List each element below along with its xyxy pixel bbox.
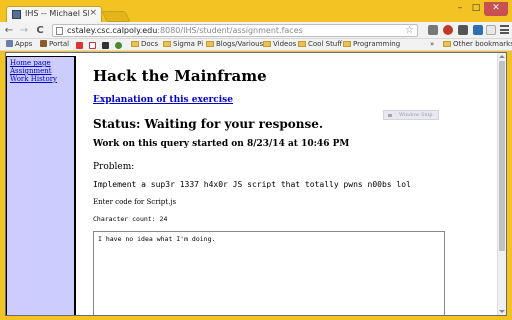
apps-icon	[6, 40, 13, 47]
scroll-up-arrow-icon[interactable]	[499, 55, 505, 58]
page-viewport: Home page Assignment Work History Hack t…	[5, 52, 507, 316]
bookmark-docs[interactable]: Docs	[131, 40, 158, 48]
scroll-down-arrow-icon[interactable]	[499, 310, 505, 313]
bookmark-star-icon[interactable]: ☆	[405, 25, 414, 36]
browser-toolbar: ← → C cstaley.csc.calpoly.edu:8080/IHS/s…	[0, 22, 512, 39]
folder-icon	[343, 41, 351, 47]
title-bar: IHS -- Michael Slevin × – □ ✕	[0, 0, 512, 22]
portal-icon	[40, 40, 47, 47]
tab-close-icon[interactable]: ×	[89, 8, 97, 18]
opera-extension-icon[interactable]	[443, 25, 453, 35]
address-bar[interactable]: cstaley.csc.calpoly.edu:8080/IHS/student…	[52, 24, 418, 37]
other-bookmarks[interactable]: Other bookmarks	[443, 40, 512, 48]
url-text[interactable]: cstaley.csc.calpoly.edu:8080/IHS/student…	[67, 26, 303, 35]
bookmark-youtube-icon[interactable]	[76, 42, 83, 49]
folder-icon	[206, 41, 214, 47]
problem-label: Problem:	[93, 162, 135, 172]
snip-overlay: Window Snip	[383, 110, 439, 120]
sidebar-link-work-history[interactable]: Work History	[7, 75, 74, 83]
maximize-button[interactable]: □	[468, 2, 484, 16]
blank-extension-icon[interactable]	[486, 25, 496, 35]
new-tab-button[interactable]	[101, 11, 131, 22]
sidebar: Home page Assignment Work History	[6, 56, 76, 315]
bookmark-apps[interactable]: Apps	[6, 40, 32, 48]
folder-icon	[263, 41, 271, 47]
folder-icon	[163, 41, 171, 47]
vimeo-extension-icon[interactable]	[473, 25, 483, 35]
folder-icon	[131, 41, 139, 47]
page-icon	[56, 27, 63, 35]
bookmark-videos[interactable]: Videos	[263, 40, 296, 48]
explanation-link[interactable]: Explanation of this exercise	[93, 95, 233, 105]
bookmark-circle-icon[interactable]	[115, 42, 122, 49]
bookmark-site-icon[interactable]	[102, 42, 109, 49]
bookmark-programming[interactable]: Programming	[343, 40, 400, 48]
character-count: Character count: 24	[93, 215, 168, 223]
browser-tab[interactable]: IHS -- Michael Slevin ×	[6, 6, 102, 22]
folder-icon	[443, 41, 451, 47]
bookmark-portal[interactable]: Portal	[40, 40, 69, 48]
bookmark-gmail-icon[interactable]	[89, 42, 96, 49]
status-heading: Status: Waiting for your response.	[93, 117, 324, 131]
bookmark-cool-stuff[interactable]: Cool Stuff	[298, 40, 342, 48]
snip-icon	[388, 114, 392, 117]
extension-grid-icon[interactable]	[428, 25, 438, 35]
reload-button[interactable]: C	[34, 24, 46, 37]
forward-button[interactable]: →	[18, 24, 30, 37]
started-time: Work on this query started on 8/23/14 at…	[93, 139, 350, 149]
code-input[interactable]: I have no idea what I'm doing.	[93, 231, 445, 315]
tab-title: IHS -- Michael Slevin	[25, 9, 89, 18]
bookmarks-bar: Apps Portal Docs Sigma Pi Blogs/Various …	[0, 39, 512, 51]
sidebar-link-assignment[interactable]: Assignment	[7, 67, 74, 75]
bookmarks-overflow[interactable]: »	[430, 40, 434, 48]
sidebar-link-home[interactable]: Home page	[7, 59, 74, 67]
scrollbar-thumb[interactable]	[499, 61, 505, 251]
bookmark-blogs[interactable]: Blogs/Various	[206, 40, 263, 48]
menu-icon[interactable]	[500, 25, 509, 36]
favicon-icon	[12, 10, 21, 19]
minimize-button[interactable]: –	[452, 2, 468, 16]
bookmark-sigma-pi[interactable]: Sigma Pi	[163, 40, 203, 48]
folder-icon	[298, 41, 306, 47]
problem-text: Implement a sup3r 1337 h4x0r JS script t…	[93, 180, 411, 189]
close-window-button[interactable]: ✕	[484, 2, 508, 16]
back-button[interactable]: ←	[3, 24, 15, 37]
code-prompt: Enter code for Script.js	[93, 198, 177, 206]
square-extension-icon[interactable]	[458, 25, 468, 35]
vertical-scrollbar[interactable]	[497, 53, 506, 315]
page-title: Hack the Mainframe	[93, 67, 267, 85]
